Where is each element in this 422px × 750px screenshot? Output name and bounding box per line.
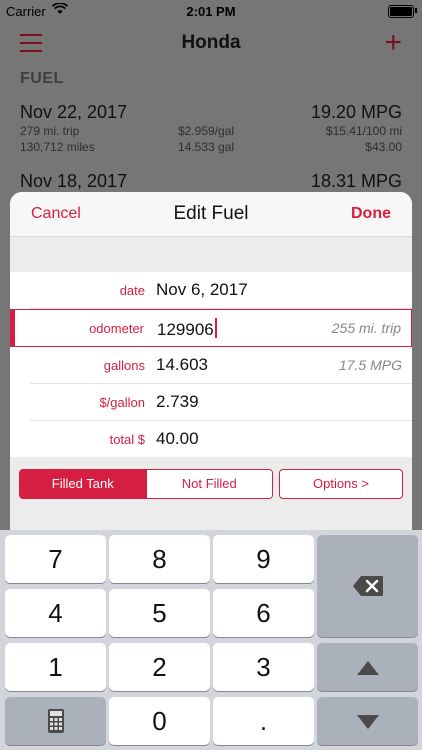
edit-fuel-sheet: Cancel Edit Fuel Done date Nov 6, 2017 o… (10, 192, 412, 532)
key-5[interactable]: 5 (109, 589, 210, 637)
odometer-label: odometer (89, 321, 144, 336)
entry-gallons: 14.533 gal (178, 140, 235, 154)
not-filled-segment[interactable]: Not Filled (145, 470, 272, 498)
entry-cost-per-100: $15.41/100 mi (325, 124, 402, 138)
calculator-icon (47, 709, 64, 733)
list-item[interactable]: Nov 22, 2017 19.20 MPG 279 mi. trip $2.9… (0, 102, 422, 162)
backspace-icon (352, 576, 383, 596)
odometer-value: 129906 (157, 320, 214, 339)
backspace-key[interactable] (317, 535, 418, 637)
entry-mpg: 19.20 MPG (310, 102, 402, 122)
date-label: date (119, 283, 145, 298)
battery-tip (415, 8, 417, 13)
gallons-label: gallons (103, 358, 145, 373)
clock: 2:01 PM (186, 4, 236, 19)
key-0[interactable]: 0 (109, 697, 210, 745)
gallons-value[interactable]: 14.603 (156, 355, 208, 375)
entry-date: Nov 18, 2017 (20, 171, 128, 191)
price-per-gallon-field[interactable]: $/gallon 2.739 (30, 384, 412, 421)
status-bar: Carrier 2:01 PM (0, 0, 422, 22)
total-label: total $ (109, 432, 145, 447)
key-1[interactable]: 1 (5, 643, 106, 691)
tank-segmented-control: Filled Tank Not Filled (19, 469, 273, 499)
date-field[interactable]: date Nov 6, 2017 (30, 272, 412, 309)
key-7[interactable]: 7 (5, 535, 106, 583)
date-value[interactable]: Nov 6, 2017 (156, 280, 248, 300)
key-2[interactable]: 2 (109, 643, 210, 691)
price-per-gallon-label: $/gallon (99, 395, 145, 410)
key-4[interactable]: 4 (5, 589, 106, 637)
done-button[interactable]: Done (351, 205, 391, 223)
list-item[interactable]: Nov 18, 2017 18.31 MPG (0, 171, 422, 193)
sheet-header: Cancel Edit Fuel Done (10, 192, 412, 237)
nav-title: Honda (181, 32, 241, 53)
section-header: FUEL (20, 70, 64, 87)
entry-price: $2.959/gal (178, 124, 235, 138)
active-indicator (11, 310, 15, 346)
up-key[interactable] (317, 643, 418, 691)
total-value[interactable]: 40.00 (156, 429, 199, 449)
key-9[interactable]: 9 (213, 535, 314, 583)
battery-icon (388, 5, 414, 18)
down-key[interactable] (317, 697, 418, 745)
entry-date: Nov 22, 2017 (20, 102, 128, 122)
odometer-field[interactable]: odometer 129906 255 mi. trip (10, 309, 412, 347)
arrow-up-icon (356, 661, 379, 675)
price-per-gallon-value[interactable]: 2.739 (156, 392, 199, 412)
odometer-input[interactable]: 129906 (157, 318, 217, 340)
key-3[interactable]: 3 (213, 643, 314, 691)
gallons-field[interactable]: gallons 14.603 17.5 MPG (30, 347, 412, 384)
fuel-form: date Nov 6, 2017 odometer 129906 255 mi.… (10, 272, 412, 457)
total-field[interactable]: total $ 40.00 (30, 421, 412, 457)
options-button[interactable]: Options > (279, 469, 403, 499)
entry-trip: 279 mi. trip (20, 124, 80, 138)
entry-total: $43.00 (365, 140, 402, 154)
numeric-keypad: 7 8 9 4 5 6 1 2 3 0 . (0, 530, 422, 750)
gallons-hint: 17.5 MPG (338, 357, 402, 373)
key-6[interactable]: 6 (213, 589, 314, 637)
arrow-down-icon (356, 715, 379, 729)
key-decimal[interactable]: . (213, 697, 314, 745)
calculator-key[interactable] (5, 697, 106, 745)
nav-bar: Honda + (0, 22, 422, 66)
text-cursor (214, 318, 217, 338)
entry-miles: 130,712 miles (20, 140, 95, 154)
filled-tank-segment[interactable]: Filled Tank (20, 470, 146, 498)
odometer-hint: 255 mi. trip (331, 320, 401, 336)
key-8[interactable]: 8 (109, 535, 210, 583)
plus-icon[interactable]: + (384, 28, 402, 58)
entry-mpg: 18.31 MPG (310, 171, 402, 191)
